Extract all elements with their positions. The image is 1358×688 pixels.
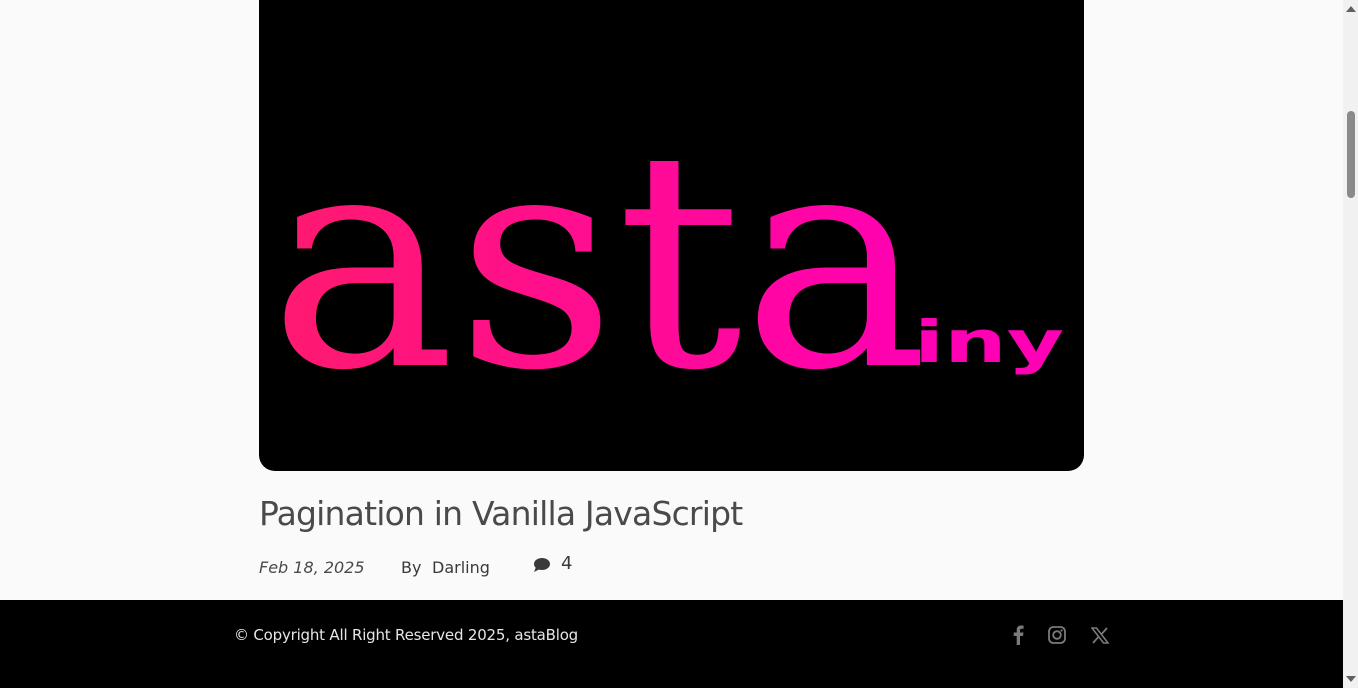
scroll-down-arrow-icon[interactable] (1346, 676, 1356, 682)
comment-count[interactable]: 4 (561, 553, 572, 574)
scroll-up-arrow-icon[interactable] (1346, 6, 1356, 12)
instagram-icon[interactable] (1046, 624, 1068, 646)
post-date: Feb 18, 2025 (259, 558, 365, 577)
post-hero-image[interactable]: asta iny (259, 0, 1084, 471)
page: asta iny Pagination in Vanilla JavaScrip… (0, 0, 1343, 688)
asta-logo: asta iny (269, 87, 1064, 436)
site-footer: © Copyright All Right Reserved 2025, ast… (0, 600, 1343, 688)
logo-wordmark: asta (269, 87, 929, 436)
scroll-thumb[interactable] (1347, 111, 1355, 198)
footer-copyright: © Copyright All Right Reserved 2025, ast… (234, 626, 578, 644)
comment-icon (533, 557, 551, 573)
post-meta: Feb 18, 2025 By Darling 4 (259, 553, 859, 580)
post-author[interactable]: Darling (432, 558, 490, 577)
x-icon[interactable] (1089, 624, 1111, 646)
post-by-label: By (401, 558, 422, 577)
post-title[interactable]: Pagination in Vanilla JavaScript (259, 494, 743, 533)
vertical-scrollbar[interactable] (1343, 0, 1358, 688)
facebook-icon[interactable] (1007, 624, 1029, 646)
logo-suffix: iny (914, 308, 1064, 376)
